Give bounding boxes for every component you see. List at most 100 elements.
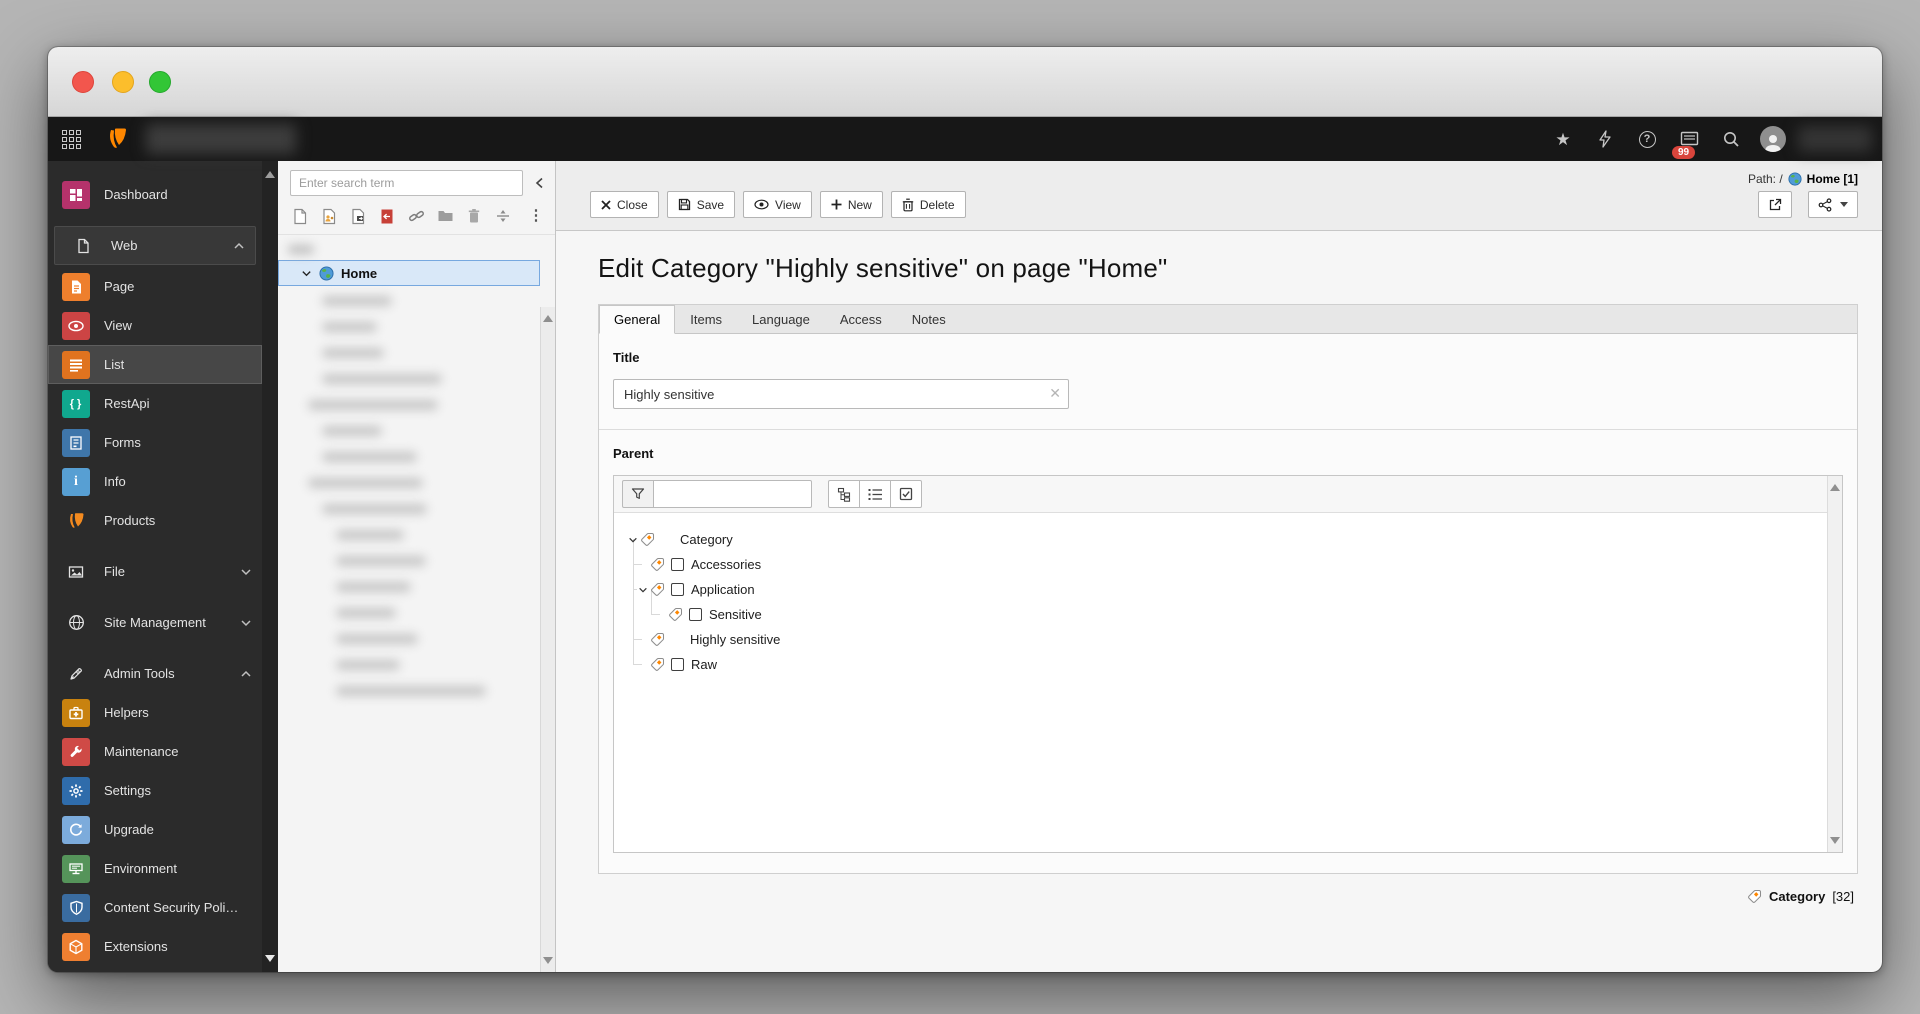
tab-general[interactable]: General (599, 305, 676, 334)
tree-node-highly-sensitive[interactable]: Highly sensitive (620, 627, 1822, 652)
grid-icon (61, 129, 81, 149)
blurred-site-name (146, 124, 296, 154)
page-tree-node-label: Home (341, 265, 378, 281)
sidebar-item-label: View (104, 318, 132, 333)
sidebar-item-settings[interactable]: Settings (48, 771, 262, 810)
sidebar-item-helpers[interactable]: Helpers (48, 693, 262, 732)
sidebar-item-upgrade[interactable]: Upgrade (48, 810, 262, 849)
category-checkbox[interactable] (671, 658, 684, 671)
record-type-label: Category (1768, 889, 1826, 904)
tree-node-raw[interactable]: Raw (620, 652, 1822, 677)
chevron-down-icon (240, 617, 252, 629)
scroll-up-icon[interactable] (543, 315, 553, 322)
toggle-selection-button[interactable] (890, 480, 922, 508)
help-button[interactable]: ? (1626, 117, 1668, 161)
tab-notes[interactable]: Notes (897, 305, 961, 334)
close-button[interactable]: Close (590, 191, 659, 218)
sidebar-item-page[interactable]: Page (48, 267, 262, 306)
tree-node-accessories[interactable]: Accessories (620, 552, 1822, 577)
open-in-new-window-button[interactable] (1758, 191, 1792, 218)
view-button[interactable]: View (743, 191, 812, 218)
sidebar-item-extensions[interactable]: Extensions (48, 927, 262, 966)
info-module-icon: i (62, 467, 90, 496)
close-window-button[interactable] (72, 71, 94, 93)
sidebar-group-site-management[interactable]: Site Management (48, 603, 262, 642)
share-dropdown-button[interactable] (1808, 191, 1858, 218)
sidebar-item-content-security-policy[interactable]: Content Security Poli… (48, 888, 262, 927)
sidebar-item-forms[interactable]: Forms (48, 423, 262, 462)
scroll-down-icon[interactable] (265, 955, 275, 962)
sidebar-item-view[interactable]: View (48, 306, 262, 345)
page-tree-node-home[interactable]: Home (278, 260, 540, 286)
separator-icon[interactable] (493, 206, 513, 226)
plus-icon (831, 199, 842, 210)
sidebar-item-environment[interactable]: Environment (48, 849, 262, 888)
category-tree-scrollbar[interactable] (1827, 476, 1842, 852)
globe-page-icon (1788, 172, 1802, 186)
new-mountpoint-page-icon[interactable] (377, 206, 397, 226)
sidebar-item-list[interactable]: List (48, 345, 262, 384)
chevron-down-icon[interactable] (636, 585, 650, 595)
sidebar-item-dashboard[interactable]: Dashboard (48, 175, 262, 214)
collapse-page-tree-button[interactable] (529, 170, 549, 196)
sidebar-item-label: Dashboard (104, 187, 168, 202)
typo3-logo[interactable] (94, 117, 140, 161)
clear-input-icon[interactable]: ✕ (1049, 386, 1061, 400)
list-view-button[interactable] (859, 480, 891, 508)
tab-items[interactable]: Items (675, 305, 737, 334)
page-tree-search-input[interactable] (290, 170, 523, 196)
chevron-down-icon (240, 566, 252, 578)
tree-node-application[interactable]: Application (620, 577, 1822, 602)
scroll-up-icon[interactable] (1830, 484, 1840, 491)
page-tree-toolbar: ⋮ (278, 200, 555, 235)
category-checkbox[interactable] (671, 583, 684, 596)
sidebar-group-admin-tools[interactable]: Admin Tools (48, 654, 262, 693)
scroll-up-icon[interactable] (265, 171, 275, 178)
search-button[interactable] (1710, 117, 1752, 161)
module-menu-scrollbar[interactable] (262, 161, 278, 972)
tree-node-sensitive[interactable]: Sensitive (620, 602, 1822, 627)
folder-icon[interactable] (435, 206, 455, 226)
page-tree-more-button[interactable]: ⋮ (525, 209, 547, 223)
new-button[interactable]: New (819, 191, 883, 218)
modules-grid-button[interactable] (48, 117, 94, 161)
sidebar-item-restapi[interactable]: { } RestApi (48, 384, 262, 423)
title-input[interactable] (613, 379, 1069, 409)
new-link-page-icon[interactable] (348, 206, 368, 226)
sidebar-group-file[interactable]: File (48, 552, 262, 591)
module-menu: Dashboard Web Page View List {} RestApi… (48, 161, 262, 972)
page-tree-scrollbar[interactable] (540, 307, 555, 972)
scroll-down-icon[interactable] (543, 957, 553, 964)
category-filter-input[interactable] (654, 480, 812, 508)
clear-cache-button[interactable] (1584, 117, 1626, 161)
trash-icon[interactable] (464, 206, 484, 226)
sidebar-item-info[interactable]: i Info (48, 462, 262, 501)
form-tabs: General Items Language Access Notes (599, 305, 1857, 334)
scroll-down-icon[interactable] (1830, 837, 1840, 844)
sidebar-group-web[interactable]: Web (54, 226, 256, 265)
tab-access[interactable]: Access (825, 305, 897, 334)
zoom-window-button[interactable] (149, 71, 171, 93)
minimize-window-button[interactable] (112, 71, 134, 93)
tree-node-category[interactable]: Category (620, 527, 1822, 552)
filter-button[interactable] (622, 480, 654, 508)
sidebar-item-maintenance[interactable]: Maintenance (48, 732, 262, 771)
chevron-down-icon[interactable] (626, 535, 640, 545)
tab-language[interactable]: Language (737, 305, 825, 334)
sidebar-item-products[interactable]: Products (48, 501, 262, 540)
category-checkbox[interactable] (671, 558, 684, 571)
link-icon[interactable] (406, 206, 426, 226)
category-checkbox[interactable] (689, 608, 702, 621)
expand-tree-button[interactable] (828, 480, 860, 508)
delete-button[interactable]: Delete (890, 191, 966, 218)
products-module-icon (62, 507, 90, 535)
bookmarks-button[interactable]: ★ (1542, 117, 1584, 161)
chevron-down-icon (302, 270, 311, 276)
new-shortcut-page-icon[interactable] (319, 206, 339, 226)
new-page-icon[interactable] (290, 206, 310, 226)
user-menu-button[interactable] (1752, 117, 1794, 161)
checkbox-icon (899, 487, 913, 501)
system-information-button[interactable]: 99 (1668, 117, 1710, 161)
save-button[interactable]: Save (666, 191, 736, 218)
tag-icon (641, 532, 655, 546)
